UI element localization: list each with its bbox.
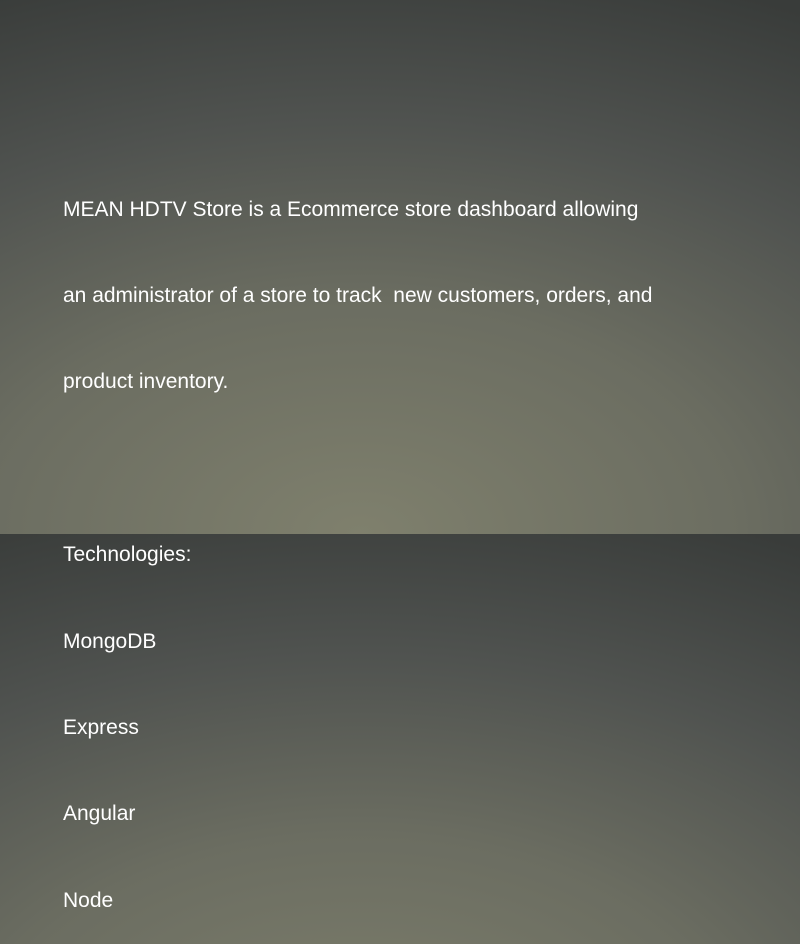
technology-item: Angular	[63, 802, 136, 826]
description-line: product inventory.	[63, 370, 229, 394]
technology-item: Node	[63, 888, 114, 912]
description-line: MEAN HDTV Store is a Ecommerce store das…	[63, 197, 639, 221]
description-line: an administrator of a store to track new…	[63, 283, 653, 307]
technologies-heading: Technologies:	[63, 543, 192, 567]
technology-item: MongoDB	[63, 629, 157, 653]
technology-item: Express	[63, 715, 139, 739]
slide-text: MEAN HDTV Store is a Ecommerce store das…	[63, 138, 652, 944]
